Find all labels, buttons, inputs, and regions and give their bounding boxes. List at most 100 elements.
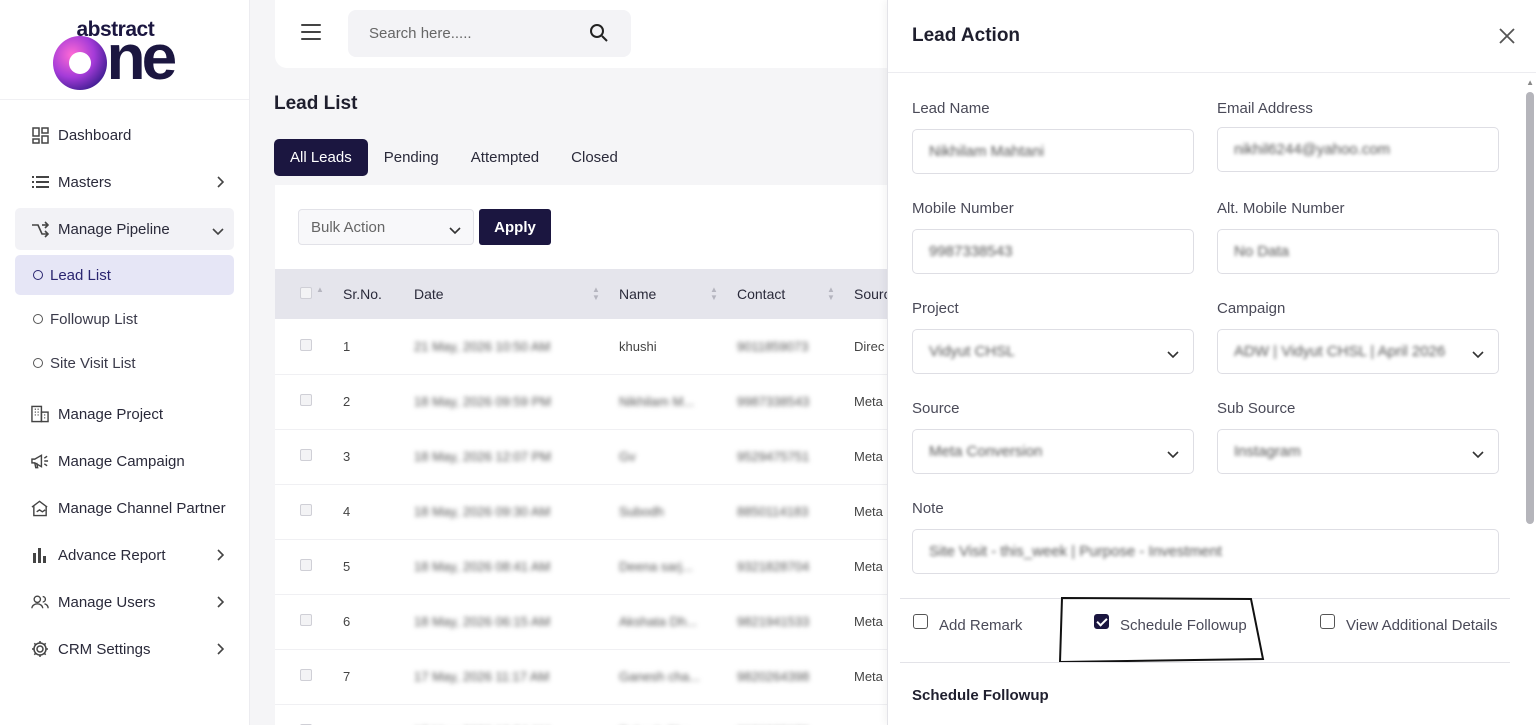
column-header-label: Date — [414, 286, 444, 302]
cell-contact: 9821941533 — [737, 614, 810, 629]
note-field[interactable]: Site Visit - this_week | Purpose - Inves… — [912, 529, 1499, 574]
sort-icon[interactable]: ▲ — [316, 286, 324, 294]
mobile-label: Mobile Number — [912, 200, 1014, 217]
drawer-scrollbar[interactable] — [1526, 92, 1534, 524]
lead-table-card: Bulk Action Apply ▲ Sr.No. Date ▲▼ Name — [275, 185, 915, 725]
sidebar-item-manage-pipeline[interactable]: Manage Pipeline — [15, 208, 234, 250]
cell-date: 18 May, 2026 12:07 PM — [414, 449, 552, 464]
column-header-label: Contact — [737, 286, 786, 302]
sidebar-nav: Dashboard Masters Manage Pipeline Lead L… — [0, 100, 249, 670]
lead-name-field[interactable]: Nikhilam Mahtani — [912, 129, 1194, 174]
row-checkbox[interactable] — [300, 669, 312, 681]
tab-closed[interactable]: Closed — [555, 139, 634, 176]
row-checkbox[interactable] — [300, 504, 312, 516]
chevron-down-icon — [1472, 346, 1484, 363]
email-value: nikhil6244@yahoo.com — [1234, 141, 1391, 158]
chevron-right-icon — [216, 595, 225, 612]
table-row[interactable]: 4 18 May, 2026 09:30 AM Subodh 8850114183 Me… — [275, 484, 915, 539]
chevron-right-icon — [216, 175, 225, 192]
row-checkbox[interactable] — [300, 394, 312, 406]
sidebar-item-label: Manage Campaign — [58, 452, 185, 470]
sidebar-item-dashboard[interactable]: Dashboard — [15, 114, 234, 156]
tab-attempted[interactable]: Attempted — [455, 139, 555, 176]
logo[interactable]: abstract ne — [0, 0, 249, 100]
mobile-value: 9987338543 — [929, 243, 1013, 260]
project-select[interactable]: Vidyut CHSL — [912, 329, 1194, 374]
cell-name: Rakesh Sha... — [619, 704, 737, 725]
logo-text-main: ne — [106, 20, 178, 93]
campaign-select[interactable]: ADW | Vidyut CHSL | April 2026 — [1217, 329, 1499, 374]
sidebar-item-manage-channel-partner[interactable]: Manage Channel Partner — [15, 487, 234, 529]
sidebar-subitem-lead-list[interactable]: Lead List — [15, 255, 234, 295]
row-checkbox[interactable] — [300, 559, 312, 571]
scroll-up-icon[interactable]: ▲ — [1526, 78, 1534, 87]
sidebar-item-crm-settings[interactable]: CRM Settings — [15, 628, 234, 670]
table-row[interactable]: 5 18 May, 2026 08:41 AM Deena sarj... 93218… — [275, 539, 915, 594]
view-additional-option[interactable]: View Additional Details — [1320, 614, 1497, 634]
table-row[interactable]: 6 18 May, 2026 06:15 AM Akshata Dh... 98219… — [275, 594, 915, 649]
email-field[interactable]: nikhil6244@yahoo.com — [1217, 127, 1499, 172]
mobile-field[interactable]: 9987338543 — [912, 229, 1194, 274]
view-additional-checkbox[interactable] — [1320, 614, 1335, 629]
add-remark-label: Add Remark — [939, 617, 1023, 634]
sort-icon: ▲ ▼ — [827, 285, 835, 302]
source-label: Source — [912, 400, 960, 417]
row-checkbox[interactable] — [300, 614, 312, 626]
cell-srno: 1 — [343, 338, 351, 354]
cell-date: 18 May, 2026 09:30 AM — [414, 504, 551, 519]
list-icon — [31, 173, 49, 191]
tab-all-leads[interactable]: All Leads — [274, 139, 368, 176]
cell-select — [275, 429, 343, 484]
search-icon[interactable] — [589, 23, 609, 48]
add-remark-checkbox[interactable] — [913, 614, 928, 629]
cell-contact: 9529475751 — [737, 449, 810, 464]
table-header-row: ▲ Sr.No. Date ▲ ▼ Name ▲ ▼ Contact ▲ ▼ Sour… — [275, 269, 915, 319]
column-header-label: Name — [619, 286, 657, 302]
sidebar-item-manage-users[interactable]: Manage Users — [15, 581, 234, 623]
table-row[interactable]: 817 May, 2026 10:24 AMRakesh Sha...99203… — [275, 704, 915, 725]
sidebar-item-advance-report[interactable]: Advance Report — [15, 534, 234, 576]
lead-action-drawer: Lead Action ▲ Lead Name Nikhilam Mahtani… — [887, 0, 1536, 725]
sidebar-item-label: Manage Pipeline — [58, 220, 170, 238]
chevron-right-icon — [216, 548, 225, 565]
lead-tabs: All Leads Pending Attempted Closed — [274, 139, 634, 176]
page-title: Lead List — [274, 93, 358, 114]
sidebar-subitem-site-visit-list[interactable]: Site Visit List — [15, 343, 234, 383]
row-checkbox[interactable] — [300, 338, 312, 351]
tab-pending[interactable]: Pending — [368, 139, 455, 176]
table-row[interactable]: 1 21 May, 2026 10:50 AM khushi 9011859073 Di… — [275, 319, 915, 374]
note-value: Site Visit - this_week | Purpose - Inves… — [929, 543, 1222, 560]
cell-select — [275, 649, 343, 704]
table-row[interactable]: 2 18 May, 2026 09:59 PM Nikhilam M... 99873… — [275, 374, 915, 429]
cell-contact: 9011859073 — [737, 338, 809, 354]
sidebar-item-manage-project[interactable]: Manage Project — [15, 393, 234, 435]
close-icon[interactable] — [1498, 27, 1516, 45]
cell-srno: 3 — [343, 449, 351, 464]
sidebar-subitem-label: Lead List — [50, 266, 111, 284]
source-select[interactable]: Meta Conversion — [912, 429, 1194, 474]
cell-date: 18 May, 2026 09:59 PM — [414, 394, 552, 409]
sub-source-select[interactable]: Instagram — [1217, 429, 1499, 474]
select-all-checkbox[interactable] — [300, 287, 312, 299]
table-row[interactable]: 7 17 May, 2026 11:17 AM Ganesh cha... 98202… — [275, 649, 915, 704]
row-checkbox[interactable] — [300, 449, 312, 461]
megaphone-icon — [31, 452, 49, 470]
search-input[interactable] — [348, 10, 578, 57]
column-header-name[interactable]: Name ▲ ▼ — [619, 269, 737, 319]
sidebar-item-masters[interactable]: Masters — [15, 161, 234, 203]
cell-name: Nikhilam M... — [619, 394, 695, 409]
table-row[interactable]: 3 18 May, 2026 12:07 PM Gv 9529475751 Meta — [275, 429, 915, 484]
apply-button[interactable]: Apply — [479, 209, 551, 245]
add-remark-option[interactable]: Add Remark — [913, 614, 1023, 634]
sidebar-item-manage-campaign[interactable]: Manage Campaign — [15, 440, 234, 482]
bulk-action-select[interactable]: Bulk Action — [298, 209, 474, 245]
column-header-srno[interactable]: Sr.No. — [343, 269, 414, 319]
logo-mark: abstract ne — [45, 10, 205, 90]
column-header-date[interactable]: Date ▲ ▼ — [414, 269, 619, 319]
hamburger-icon[interactable] — [301, 24, 321, 42]
column-header-contact[interactable]: Contact ▲ ▼ — [737, 269, 854, 319]
alt-mobile-field[interactable]: No Data — [1217, 229, 1499, 274]
sidebar-subitem-label: Site Visit List — [50, 354, 136, 372]
sidebar-subitem-followup-list[interactable]: Followup List — [15, 299, 234, 339]
cell-select — [275, 484, 343, 539]
